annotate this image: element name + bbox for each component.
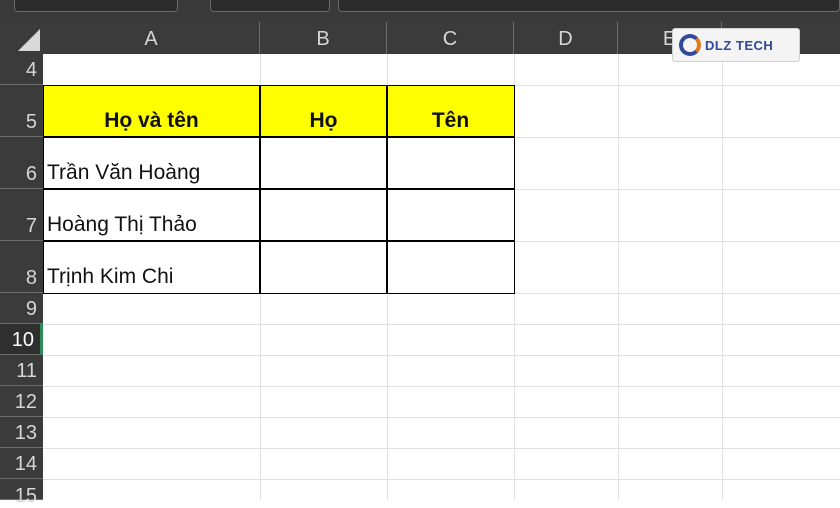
cell-c6[interactable] (387, 137, 514, 189)
column-header-c[interactable]: C (387, 22, 514, 54)
gridline (514, 54, 515, 500)
row-header-6[interactable]: 6 (0, 137, 43, 189)
table-border (43, 136, 515, 138)
table-border (259, 85, 261, 294)
column-header-b[interactable]: B (260, 22, 387, 54)
row-header-7[interactable]: 7 (0, 189, 43, 241)
name-box[interactable] (14, 0, 178, 12)
select-all-button[interactable] (0, 22, 43, 54)
column-header-a[interactable]: A (43, 22, 260, 54)
row-header-13[interactable]: 13 (0, 417, 43, 448)
table-border (43, 188, 515, 190)
row-header-4[interactable]: 4 (0, 54, 43, 85)
column-header-d[interactable]: D (514, 22, 618, 54)
cell-a6-name[interactable]: Trần Văn Hoàng (43, 137, 260, 189)
cell-c8[interactable] (387, 241, 514, 293)
gridline (43, 386, 840, 387)
cell-a8-name[interactable]: Trịnh Kim Chi (43, 241, 260, 293)
gridline (43, 324, 840, 325)
gridline (43, 448, 840, 449)
row-header-8[interactable]: 8 (0, 241, 43, 293)
gridline (618, 54, 619, 500)
gridline (43, 355, 840, 356)
row-header-5[interactable]: 5 (0, 85, 43, 137)
cell-a7-name[interactable]: Hoàng Thị Thảo (43, 189, 260, 241)
table-border (386, 85, 388, 294)
cell-b6[interactable] (260, 137, 387, 189)
row-header-10[interactable]: 10 (0, 324, 43, 355)
gridline (43, 479, 840, 480)
row-header-15[interactable]: 15 (0, 479, 43, 507)
row-header-11[interactable]: 11 (0, 355, 43, 386)
gridline (722, 54, 723, 500)
cell-b5-ho[interactable]: Họ (260, 85, 387, 137)
select-all-triangle-icon (18, 29, 40, 51)
dlz-tech-logo: DLZ TECH (672, 28, 800, 62)
function-box[interactable] (210, 0, 330, 12)
row-header-12[interactable]: 12 (0, 386, 43, 417)
gridline (43, 293, 840, 294)
formula-input[interactable] (338, 0, 840, 12)
gridline (43, 417, 840, 418)
row-header-9[interactable]: 9 (0, 293, 43, 324)
logo-text: DLZ TECH (705, 37, 774, 53)
cell-c7[interactable] (387, 189, 514, 241)
cell-b8[interactable] (260, 241, 387, 293)
formula-bar-area (0, 0, 840, 22)
cell-b7[interactable] (260, 189, 387, 241)
dlz-logo-icon (679, 34, 701, 56)
cell-a5-ho-va-ten[interactable]: Họ và tên (43, 85, 260, 137)
row-header-14[interactable]: 14 (0, 448, 43, 479)
cell-c5-ten[interactable]: Tên (387, 85, 514, 137)
table-border (43, 240, 515, 242)
